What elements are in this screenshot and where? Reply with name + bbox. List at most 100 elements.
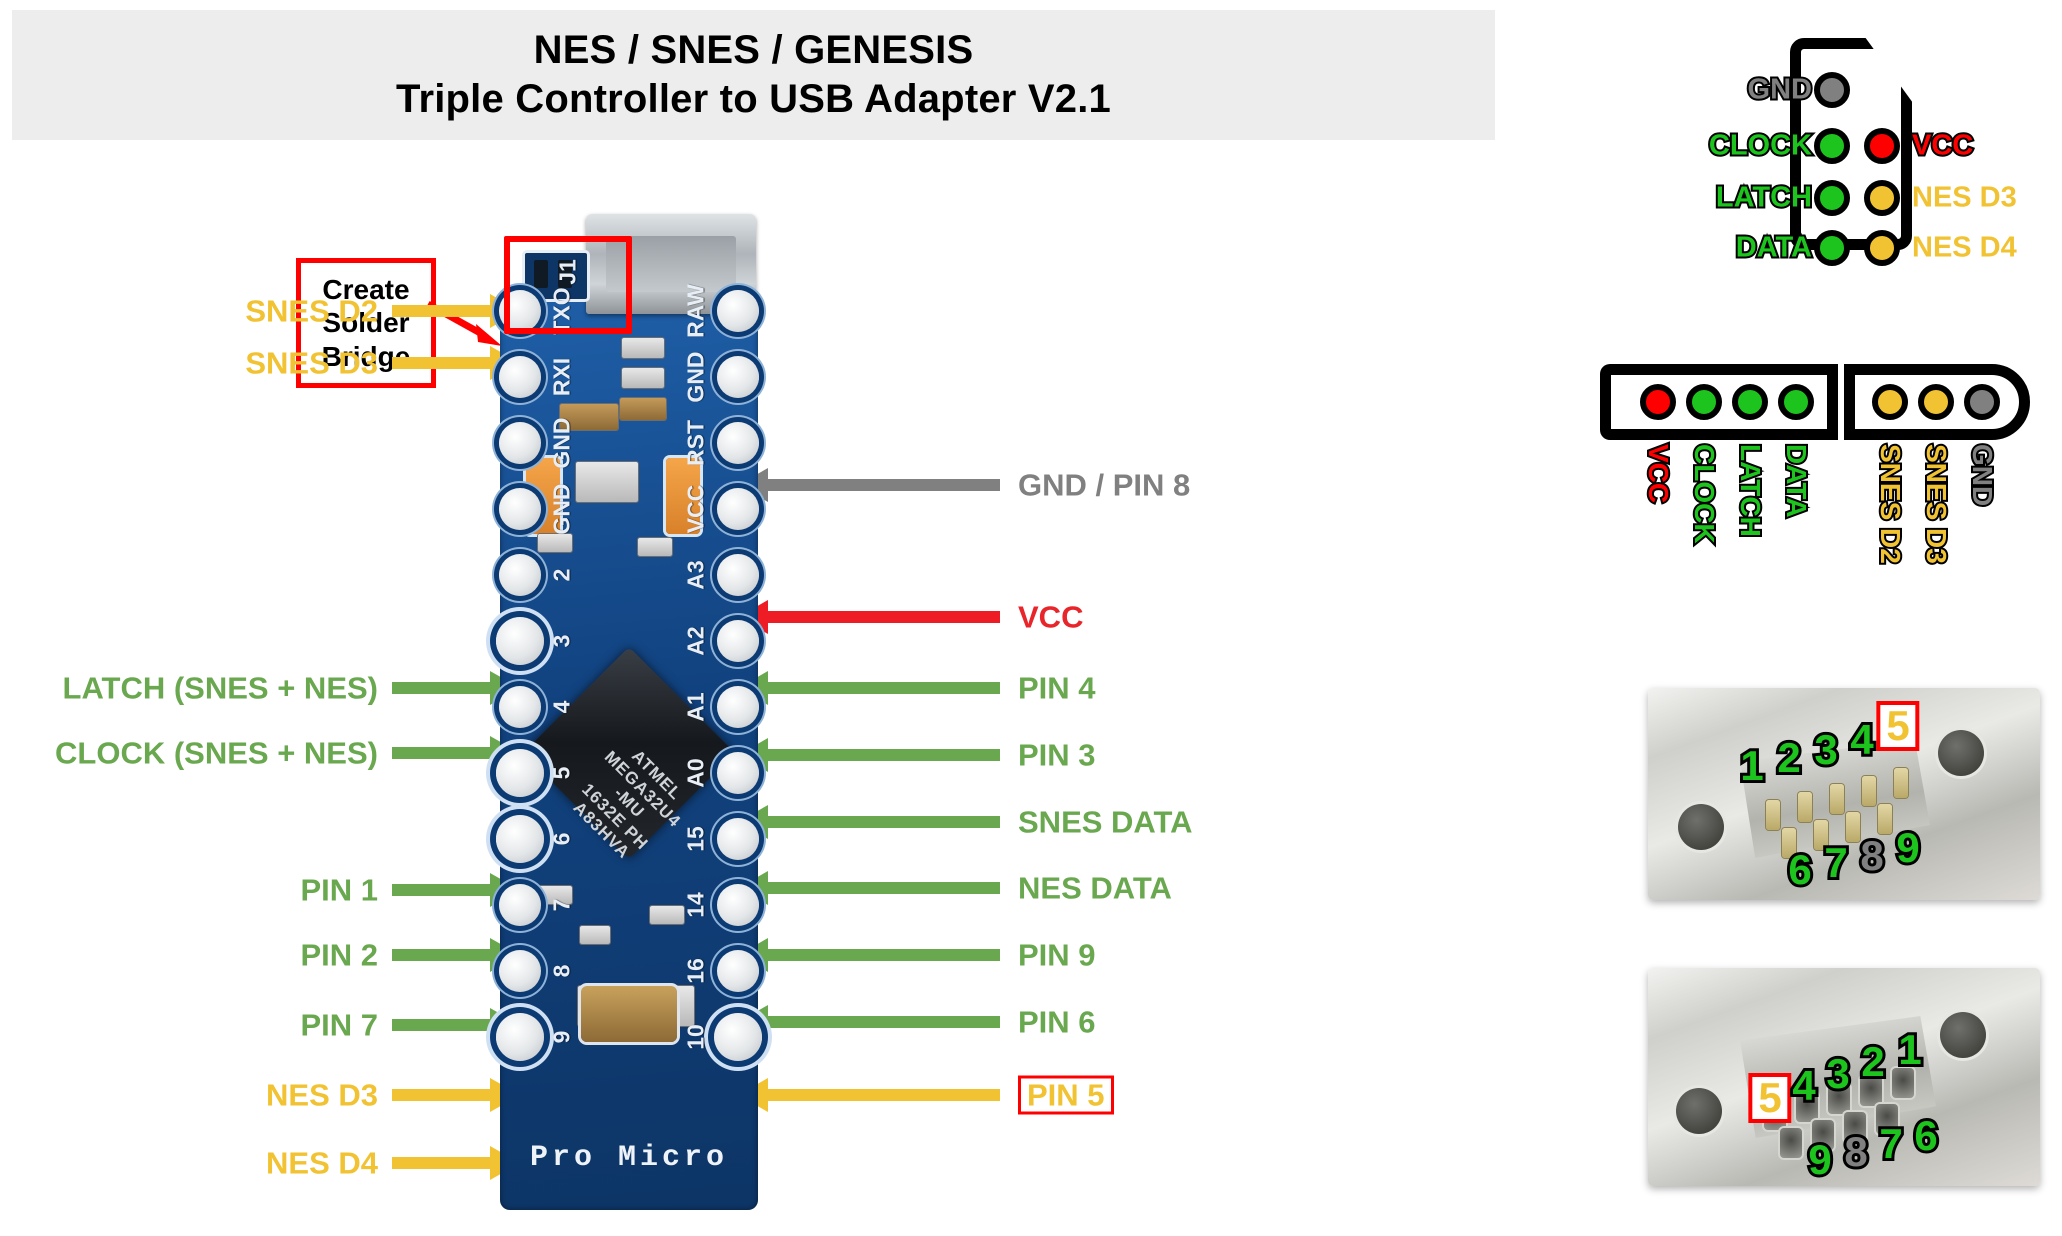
db9-female-num-2: 2 — [1858, 1038, 1887, 1086]
right-pad-gnd-1[interactable] — [717, 356, 759, 398]
smd-cap-e — [650, 906, 684, 924]
db9-female-num-5: 5 — [1748, 1073, 1792, 1123]
right-label-vcc: VCC — [1018, 599, 1084, 635]
db9-male-num-5: 5 — [1876, 701, 1920, 751]
left-pad-4-6[interactable] — [499, 686, 541, 728]
left-label-snes-d2: SNES D2 — [245, 293, 378, 329]
nes-pin-data — [1778, 384, 1814, 420]
left-pad-9-11[interactable] — [496, 1013, 544, 1061]
silk-left-3-5: 3 — [548, 634, 575, 648]
silk-left-2-4: 2 — [548, 568, 575, 582]
db9-female-num-7: 7 — [1876, 1120, 1905, 1168]
silk-left-4-6: 4 — [548, 700, 575, 714]
nes-label-gnd: GND — [1965, 442, 2000, 508]
left-label-nes-d4: NES D4 — [266, 1145, 378, 1181]
silk-left-7-9: 7 — [548, 898, 575, 912]
snes-pin-left-latch — [1814, 180, 1850, 216]
crystal-oscillator — [581, 986, 677, 1042]
db9-male-connector: 12345 6789 — [1648, 688, 2040, 900]
left-label-pin-1: PIN 1 — [300, 872, 378, 908]
silk-left-6-8: 6 — [548, 832, 575, 846]
nes-pin-clock — [1686, 384, 1722, 420]
silk-right-15-8: 15 — [682, 826, 709, 852]
silk-right-a1-6: A1 — [682, 692, 709, 722]
right-pad-rst-2[interactable] — [717, 422, 759, 464]
db9-male-pin-top-2 — [1798, 792, 1812, 822]
db9-male-pin-top-5 — [1894, 768, 1908, 798]
right-pad-14-9[interactable] — [717, 884, 759, 926]
nes-pin-vcc — [1640, 384, 1676, 420]
right-pad-a2-5[interactable] — [717, 620, 759, 662]
silk-left-rxi-1: RXI — [548, 357, 575, 397]
silk-right-16-10: 16 — [682, 958, 709, 984]
right-label-pin-4: PIN 4 — [1018, 670, 1096, 706]
snes-pin-right-nes-d3 — [1864, 180, 1900, 216]
left-pad-txo-0[interactable] — [499, 290, 541, 332]
db9-male-pin-bottom-8 — [1846, 812, 1860, 842]
db9-female-connector: 54321 9876 — [1648, 968, 2040, 1186]
db9-female-num-4: 4 — [1789, 1062, 1818, 1110]
board-silkscreen-name: Pro Micro — [529, 1141, 729, 1175]
db9-male-num-1: 1 — [1737, 742, 1766, 790]
right-label-pin-6: PIN 6 — [1018, 1004, 1096, 1040]
left-pad-6-8[interactable] — [496, 815, 544, 863]
left-pad-2-4[interactable] — [499, 554, 541, 596]
db9-female-num-6: 6 — [1911, 1112, 1940, 1160]
db9-male-pin-bottom-9 — [1878, 804, 1892, 834]
db9-male-num-7: 7 — [1821, 839, 1850, 887]
snes-label-clock: CLOCK — [1707, 129, 1814, 162]
db9-female-screw-hole-left — [1676, 1088, 1722, 1134]
db9-male-screw-hole-left — [1678, 804, 1724, 850]
silk-j1: J1 — [554, 259, 581, 285]
left-label-latch-snes-nes: LATCH (SNES + NES) — [62, 670, 378, 706]
left-pad-gnd-2[interactable] — [499, 422, 541, 464]
nes-label-latch: LATCH — [1733, 442, 1768, 539]
silk-right-rst-2: RST — [682, 420, 709, 466]
smd-diode-1 — [620, 398, 666, 420]
snes-pin-right-nes-d4 — [1864, 230, 1900, 266]
right-label-pin-5: PIN 5 — [1018, 1075, 1114, 1115]
right-pad-a1-6[interactable] — [717, 686, 759, 728]
left-pad-5-7[interactable] — [496, 749, 544, 797]
left-pad-8-10[interactable] — [499, 950, 541, 992]
left-label-clock-snes-nes: CLOCK (SNES + NES) — [55, 735, 378, 771]
nes-pin-snes-d3 — [1918, 384, 1954, 420]
right-arrow-pin-6 — [738, 1005, 1000, 1039]
nes-pin-latch — [1732, 384, 1768, 420]
silk-right-14-9: 14 — [682, 892, 709, 918]
right-pad-raw-0[interactable] — [717, 290, 759, 332]
left-label-pin-7: PIN 7 — [300, 1007, 378, 1043]
db9-male-pin-top-3 — [1830, 784, 1844, 814]
left-pad-gnd-3[interactable] — [499, 488, 541, 530]
smd-cap-b — [638, 538, 672, 556]
nes-label-snes-d2: SNES D2 — [1873, 442, 1908, 566]
right-pad-10-11[interactable] — [714, 1013, 762, 1061]
nes-label-vcc: VCC — [1641, 442, 1676, 505]
left-pad-7-9[interactable] — [499, 884, 541, 926]
nes-label-data: DATA — [1779, 442, 1814, 520]
right-pad-vcc-3[interactable] — [717, 488, 759, 530]
silk-right-a2-5: A2 — [682, 626, 709, 656]
db9-male-num-6: 6 — [1785, 846, 1814, 894]
snes-label-nes-d3: NES D3 — [1912, 181, 2017, 214]
nes-pin-snes-d2 — [1872, 384, 1908, 420]
left-label-pin-2: PIN 2 — [300, 937, 378, 973]
right-pad-a0-7[interactable] — [717, 752, 759, 794]
right-pad-a3-4[interactable] — [717, 554, 759, 596]
title-banner: NES / SNES / GENESIS Triple Controller t… — [12, 10, 1495, 140]
right-pad-16-10[interactable] — [717, 950, 759, 992]
db9-female-num-8: 8 — [1841, 1128, 1870, 1176]
db9-male-num-8: 8 — [1857, 832, 1886, 880]
left-pad-3-5[interactable] — [496, 617, 544, 665]
pro-micro-board: J1 ATMEL MEGA32U4 -MU 1632E PH A83HVA Pr… — [496, 214, 762, 1210]
snes-label-data: DATA — [1734, 231, 1814, 264]
nes-connector-pinout — [1600, 364, 2030, 440]
smd-resistor-1 — [622, 338, 664, 358]
right-pad-15-8[interactable] — [717, 818, 759, 860]
right-arrow-gnd-pin-8 — [738, 468, 1000, 502]
silk-right-a0-7: A0 — [682, 758, 709, 788]
left-pad-rxi-1[interactable] — [499, 356, 541, 398]
silk-left-8-10: 8 — [548, 964, 575, 978]
right-label-nes-data: NES DATA — [1018, 870, 1172, 906]
smd-resistor-2 — [622, 368, 664, 388]
